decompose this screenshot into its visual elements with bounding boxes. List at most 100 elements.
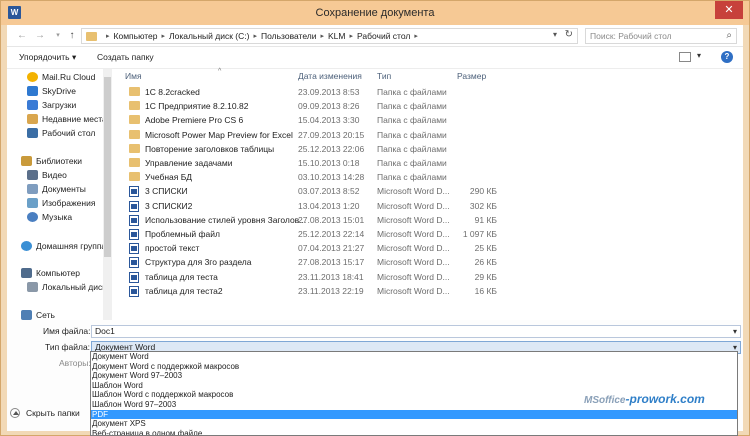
- breadcrumb-users[interactable]: Пользователи: [261, 31, 316, 41]
- address-bar[interactable]: ▸ Компьютер ▸ Локальный диск (C:) ▸ Поль…: [81, 28, 578, 44]
- file-row[interactable]: Повторение заголовков таблицы 25.12.2013 …: [115, 143, 743, 157]
- chevron-down-icon[interactable]: ▾: [697, 51, 701, 60]
- sidebar-item-libraries[interactable]: Библиотеки: [21, 154, 82, 168]
- filetype-option[interactable]: Документ Word: [91, 352, 737, 362]
- sidebar-item-pictures[interactable]: Изображения: [27, 196, 95, 210]
- file-name: простой текст: [145, 243, 200, 254]
- file-date: 15.04.2013 3:30: [298, 115, 360, 126]
- file-row[interactable]: Использование стилей уровня Заголов... 27…: [115, 214, 743, 228]
- file-date: 25.12.2013 22:06: [298, 143, 365, 154]
- file-date: 15.10.2013 0:18: [298, 158, 360, 168]
- file-name: 1С Предприятие 8.2.10.82: [145, 101, 249, 112]
- folder-icon: [129, 115, 140, 125]
- search-icon[interactable]: ⌕: [726, 29, 732, 43]
- word-document-icon: [129, 200, 139, 212]
- folder-icon: [129, 87, 140, 96]
- file-row[interactable]: 3 СПИСКИ 03.07.2013 8:52 Microsoft Word D.…: [115, 185, 743, 199]
- file-row[interactable]: Adobe Premiere Pro CS 6 15.04.2013 3:30 Па…: [115, 114, 743, 128]
- sidebar-item-local-disk[interactable]: Локальный диск: [27, 280, 106, 294]
- hide-folders-button[interactable]: Скрыть папки: [10, 408, 80, 418]
- column-header-date[interactable]: Дата изменения: [298, 71, 362, 85]
- help-icon[interactable]: ?: [721, 51, 733, 63]
- chevron-right-icon[interactable]: ▸: [349, 32, 353, 40]
- filetype-option[interactable]: Документ XPS: [91, 419, 737, 429]
- sidebar-item-recent[interactable]: Недавние места: [27, 112, 107, 126]
- sidebar-item-video[interactable]: Видео: [27, 168, 67, 182]
- sidebar-item-downloads[interactable]: Загрузки: [27, 98, 76, 112]
- chevron-right-icon[interactable]: ▸: [162, 32, 166, 40]
- back-arrow-icon[interactable]: ←: [15, 29, 29, 43]
- file-name: Adobe Premiere Pro CS 6: [145, 115, 244, 126]
- file-row[interactable]: таблица для теста2 23.11.2013 22:19 Micros…: [115, 285, 743, 299]
- file-name: Структура для 3го раздела: [145, 257, 252, 268]
- breadcrumb-computer[interactable]: Компьютер: [114, 31, 158, 41]
- file-name: Учебная БД: [145, 172, 193, 183]
- word-document-icon: [129, 186, 139, 198]
- chevron-down-icon[interactable]: ▾: [733, 326, 737, 337]
- file-row[interactable]: Microsoft Power Map Preview for Excel 27.…: [115, 129, 743, 143]
- file-size: 25 КБ: [474, 243, 497, 254]
- chevron-right-icon[interactable]: ▸: [414, 32, 418, 40]
- filetype-option[interactable]: Шаблон Word: [91, 381, 737, 391]
- sidebar-item-network[interactable]: Сеть: [21, 308, 55, 320]
- file-name: 3 СПИСКИ: [145, 186, 188, 197]
- history-dropdown-icon[interactable]: ▾: [51, 29, 65, 43]
- chevron-right-icon[interactable]: ▸: [106, 32, 110, 40]
- scrollbar-thumb[interactable]: [104, 77, 111, 257]
- breadcrumb-desktop[interactable]: Рабочий стол: [357, 31, 410, 41]
- file-date: 09.09.2013 8:26: [298, 101, 360, 112]
- authors-label: Авторы:: [59, 358, 91, 368]
- navigation-pane: Mail.Ru Cloud SkyDrive Загрузки Недавние…: [7, 69, 111, 320]
- organize-button[interactable]: Упорядочить ▾: [19, 52, 76, 63]
- title-bar: W Сохранение документа ✕: [1, 1, 749, 25]
- file-row[interactable]: таблица для теста 23.11.2013 18:41 Microso…: [115, 271, 743, 285]
- filetype-option[interactable]: Веб-страница в одном файле: [91, 429, 737, 435]
- file-row[interactable]: Структура для 3го раздела 27.08.2013 15:1…: [115, 256, 743, 270]
- file-row[interactable]: Учебная БД 03.10.2013 14:28 Папка с файлам…: [115, 171, 743, 185]
- file-date: 03.07.2013 8:52: [298, 186, 360, 197]
- new-folder-button[interactable]: Создать папку: [97, 52, 154, 62]
- file-name: 1С 8.2cracked: [145, 87, 200, 97]
- sidebar-item-skydrive[interactable]: SkyDrive: [27, 84, 76, 98]
- file-row[interactable]: Управление задачами 15.10.2013 0:18 Папка …: [115, 157, 743, 171]
- file-row[interactable]: 1С Предприятие 8.2.10.82 09.09.2013 8:26 П…: [115, 100, 743, 114]
- filetype-option[interactable]: Документ Word 97–2003: [91, 371, 737, 381]
- sidebar-item-desktop[interactable]: Рабочий стол: [27, 126, 95, 140]
- file-size: 91 КБ: [474, 214, 497, 225]
- sidebar-item-music[interactable]: Музыка: [27, 210, 72, 224]
- address-dropdown-icon[interactable]: ▾: [553, 30, 557, 39]
- breadcrumb-local-disk[interactable]: Локальный диск (C:): [169, 31, 249, 41]
- search-input[interactable]: Поиск: Рабочий стол ⌕: [585, 28, 737, 44]
- sidebar-scrollbar[interactable]: [103, 69, 112, 320]
- file-row[interactable]: 3 СПИСКИ2 13.04.2013 1:20 Microsoft Word D…: [115, 200, 743, 214]
- column-header-size[interactable]: Размер: [457, 71, 486, 85]
- close-button[interactable]: ✕: [715, 1, 743, 19]
- file-row[interactable]: простой текст 07.04.2013 21:27 Microsoft W…: [115, 242, 743, 256]
- view-options-icon[interactable]: [679, 52, 691, 62]
- forward-arrow-icon[interactable]: →: [33, 29, 47, 43]
- file-date: 27.08.2013 15:01: [298, 214, 365, 225]
- up-arrow-icon[interactable]: ↑: [65, 29, 79, 43]
- column-header-name[interactable]: Имя ^: [125, 68, 221, 85]
- sidebar-item-homegroup[interactable]: Домашняя группа: [21, 239, 106, 253]
- sort-up-icon: ^: [218, 68, 222, 75]
- libraries-icon: [21, 156, 32, 166]
- sidebar-item-computer[interactable]: Компьютер: [21, 266, 80, 280]
- watermark: MSoffice-prowork.com: [584, 392, 705, 406]
- folder-icon: [129, 172, 140, 182]
- file-row[interactable]: 1С 8.2cracked 23.09.2013 8:53 Папка с файл…: [115, 86, 743, 100]
- chevron-right-icon[interactable]: ▸: [253, 32, 257, 40]
- file-name: Повторение заголовков таблицы: [145, 143, 275, 154]
- breadcrumb-klm[interactable]: KLM: [328, 31, 345, 41]
- filetype-option[interactable]: Документ Word с поддержкой макросов: [91, 362, 737, 372]
- refresh-icon[interactable]: ↻: [565, 29, 573, 40]
- sidebar-item-mailru-cloud[interactable]: Mail.Ru Cloud: [27, 70, 95, 84]
- sidebar-item-documents[interactable]: Документы: [27, 182, 86, 196]
- file-type: Папка с файлами: [377, 101, 447, 112]
- word-document-icon: [129, 243, 139, 255]
- column-header-type[interactable]: Тип: [377, 71, 391, 85]
- file-row[interactable]: Проблемный файл 25.12.2013 22:14 Microsoft…: [115, 228, 743, 242]
- filename-input[interactable]: Doc1 ▾: [91, 325, 741, 338]
- filetype-option[interactable]: PDF: [91, 409, 737, 420]
- chevron-right-icon[interactable]: ▸: [320, 32, 324, 40]
